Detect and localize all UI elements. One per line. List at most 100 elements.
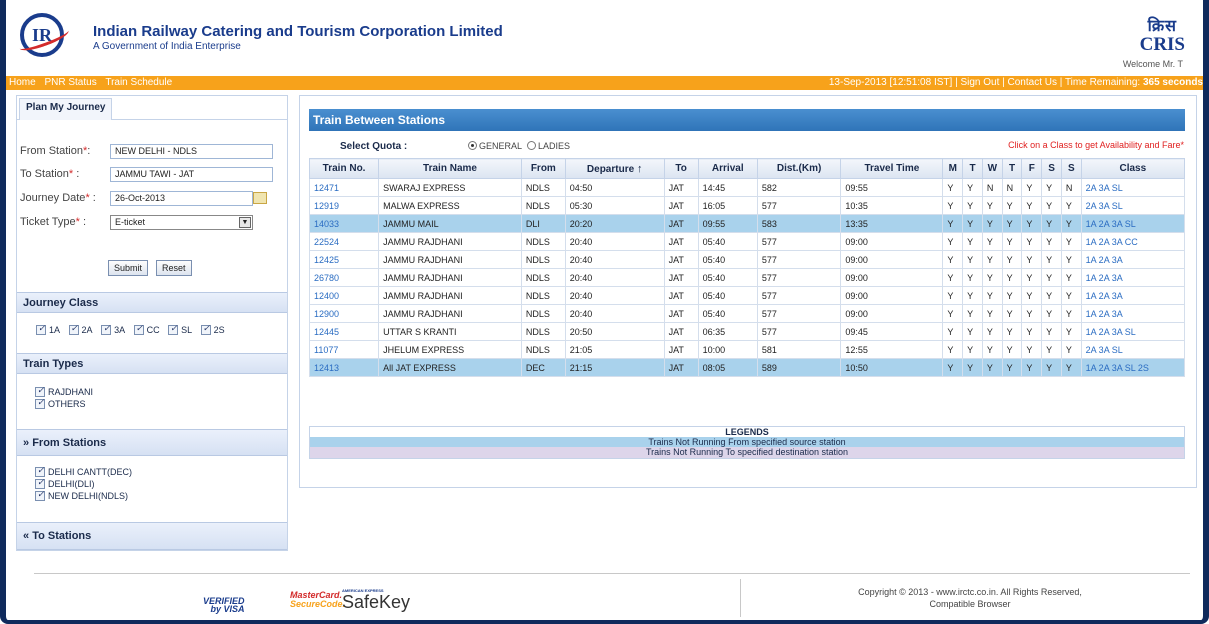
table-cell: 08:05 — [697, 358, 758, 377]
table-cell: JAT — [663, 340, 699, 359]
train-number-link[interactable]: 22524 — [308, 232, 380, 251]
to-stations-header[interactable]: « To Stations — [17, 522, 287, 550]
class-checkbox-1a[interactable]: 1A — [36, 323, 60, 335]
table-cell: Y — [1060, 286, 1082, 305]
checkbox-checked-icon — [35, 465, 45, 477]
table-cell: Y — [981, 250, 1003, 269]
class-links[interactable]: 2A 3A SL — [1080, 340, 1186, 359]
table-cell: Y — [1001, 232, 1023, 251]
table-cell: JAMMU RAJDHANI — [378, 250, 522, 269]
train-number-link[interactable]: 11077 — [308, 340, 380, 359]
class-checkbox-3a[interactable]: 3A — [101, 323, 125, 335]
class-links[interactable]: 1A 2A 3A SL — [1080, 214, 1186, 233]
table-cell: 06:35 — [697, 322, 758, 341]
from-station-ndls[interactable]: NEW DELHI(NDLS) — [35, 489, 132, 501]
class-links[interactable]: 1A 2A 3A — [1080, 286, 1186, 305]
class-links[interactable]: 2A 3A SL — [1080, 178, 1186, 197]
table-cell: 13:35 — [840, 214, 944, 233]
from-station-dec[interactable]: DELHI CANTT(DEC) — [35, 465, 132, 477]
table-cell: JAT — [663, 250, 699, 269]
table-cell: Y — [942, 340, 964, 359]
table-cell: 20:40 — [564, 268, 665, 287]
quota-ladies-radio[interactable]: LADIES — [527, 141, 570, 151]
table-cell: Y — [1060, 322, 1082, 341]
table-cell: Y — [1060, 340, 1082, 359]
tab-plan-my-journey[interactable]: Plan My Journey — [19, 98, 113, 120]
nav-home[interactable]: Home — [9, 77, 36, 88]
chevron-up-icon: « — [23, 530, 30, 542]
table-body: 12471 SWARAJ EXPRESS NDLS 04:50 JAT 14:45 582 0… — [308, 178, 1186, 377]
table-cell: 05:40 — [697, 304, 758, 323]
journey-date-label: Journey Date* : — [20, 192, 96, 204]
table-cell: Y — [1041, 358, 1062, 377]
table-cell: JAMMU MAIL — [378, 214, 522, 233]
table-cell: 20:40 — [564, 250, 665, 269]
train-number-link[interactable]: 12471 — [308, 178, 380, 197]
footer-vertical-divider — [740, 579, 741, 617]
train-number-link[interactable]: 14033 — [308, 214, 380, 233]
table-cell: Y — [962, 250, 983, 269]
train-types-header: Train Types — [17, 353, 287, 374]
table-cell: 10:35 — [840, 196, 944, 215]
table-cell: Y — [981, 340, 1003, 359]
ticket-type-select[interactable]: E-ticket ▼ — [110, 215, 253, 230]
journey-class-checks: 1A 2A 3A CC SL 2S — [36, 323, 231, 337]
class-links[interactable]: 1A 2A 3A SL — [1080, 322, 1186, 341]
table-cell: NDLS — [520, 250, 566, 269]
column-header[interactable]: Departure ↑ — [564, 158, 665, 179]
train-type-rajdhani[interactable]: RAJDHANI — [35, 385, 93, 397]
table-cell: JAT — [663, 304, 699, 323]
table-cell: Y — [962, 232, 983, 251]
train-results-panel: Train Between Stations Select Quota : GE… — [299, 95, 1197, 488]
table-cell: Y — [1060, 214, 1082, 233]
class-links[interactable]: 1A 2A 3A — [1080, 304, 1186, 323]
reset-button[interactable]: Reset — [156, 260, 192, 276]
table-row: 12413 All JAT EXPRESS DEC 21:15 JAT 08:05 589 1… — [308, 358, 1186, 377]
train-number-link[interactable]: 12425 — [308, 250, 380, 269]
table-cell: Y — [1021, 286, 1043, 305]
legends-title: LEGENDS — [310, 427, 1184, 437]
to-station-input[interactable]: JAMMU TAWI - JAT — [110, 167, 273, 182]
from-stations-header[interactable]: » From Stations — [17, 429, 287, 456]
class-links[interactable]: 1A 2A 3A CC — [1080, 232, 1186, 251]
table-cell: SWARAJ EXPRESS — [378, 178, 522, 197]
nav-pnr-status[interactable]: PNR Status — [44, 77, 96, 88]
amex-safekey-logo: AMERICAN EXPRESS SafeKey — [342, 588, 411, 612]
sort-arrow-icon[interactable]: ↑ — [637, 163, 643, 175]
chevron-down-icon[interactable]: ▼ — [239, 217, 251, 228]
train-number-link[interactable]: 12400 — [308, 286, 380, 305]
class-checkbox-2a[interactable]: 2A — [68, 323, 93, 335]
legend-destination: Trains Not Running To specified destinat… — [310, 447, 1184, 458]
train-number-link[interactable]: 26780 — [308, 268, 380, 287]
from-station-input[interactable]: NEW DELHI - NDLS — [110, 144, 273, 159]
journey-date-input[interactable]: 26-Oct-2013 — [110, 191, 253, 206]
class-links[interactable]: 1A 2A 3A SL 2S — [1080, 358, 1186, 377]
train-number-link[interactable]: 12413 — [308, 358, 380, 377]
class-links[interactable]: 1A 2A 3A — [1080, 268, 1186, 287]
nav-status: 13-Sep-2013 [12:51:08 IST] | Sign Out | … — [829, 76, 1203, 90]
from-station-dli[interactable]: DELHI(DLI) — [35, 477, 132, 489]
train-type-others[interactable]: OTHERS — [35, 397, 93, 409]
nav-train-schedule[interactable]: Train Schedule — [105, 77, 172, 88]
table-cell: 05:40 — [697, 232, 758, 251]
footer-divider — [34, 573, 1190, 574]
calendar-icon[interactable] — [253, 192, 267, 204]
column-header: Train Name — [378, 158, 522, 179]
table-cell: N — [1001, 178, 1023, 197]
train-number-link[interactable]: 12900 — [308, 304, 380, 323]
table-cell: Y — [962, 214, 983, 233]
table-cell: JAT — [663, 268, 699, 287]
sidebar-tabbar: Plan My Journey — [17, 96, 287, 120]
train-number-link[interactable]: 12919 — [308, 196, 380, 215]
class-links[interactable]: 2A 3A SL — [1080, 196, 1186, 215]
table-cell: 09:55 — [840, 178, 944, 197]
class-checkbox-cc[interactable]: CC — [133, 323, 160, 335]
train-number-link[interactable]: 12445 — [308, 322, 380, 341]
table-cell: MALWA EXPRESS — [378, 196, 522, 215]
cris-logo: क्रिस CRIS — [1140, 14, 1185, 54]
submit-button[interactable]: Submit — [108, 260, 149, 276]
quota-general-radio[interactable]: GENERAL — [468, 141, 522, 151]
class-links[interactable]: 1A 2A 3A — [1080, 250, 1186, 269]
class-checkbox-sl[interactable]: SL — [168, 323, 192, 335]
class-checkbox-2s[interactable]: 2S — [200, 323, 225, 335]
